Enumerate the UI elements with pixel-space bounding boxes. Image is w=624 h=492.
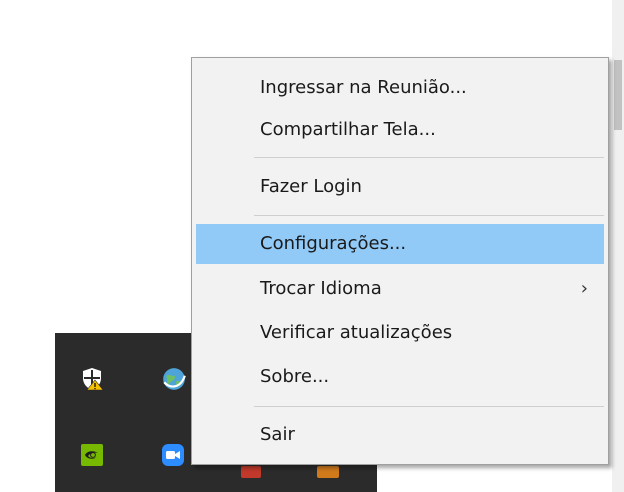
menu-item-label: Sobre... xyxy=(260,366,330,387)
menu-item-label: Fazer Login xyxy=(260,176,362,197)
menu-separator xyxy=(254,406,604,407)
menu-separator xyxy=(254,157,604,158)
menu-item-label: Sair xyxy=(260,424,295,445)
menu-item-label: Ingressar na Reunião... xyxy=(260,77,467,98)
menu-item-exit[interactable]: Sair xyxy=(196,415,604,455)
menu-item-join-meeting[interactable]: Ingressar na Reunião... xyxy=(196,68,604,108)
globe-network-icon[interactable] xyxy=(161,366,186,390)
menu-item-label: Configurações... xyxy=(260,233,407,254)
zoom-icon[interactable] xyxy=(162,444,186,468)
menu-item-about[interactable]: Sobre... xyxy=(196,357,604,397)
menu-item-label: Trocar Idioma xyxy=(260,278,382,299)
zoom-context-menu: Ingressar na Reunião... Compartilhar Tel… xyxy=(191,57,609,465)
menu-item-label: Compartilhar Tela... xyxy=(260,119,436,140)
menu-separator xyxy=(254,215,604,216)
chevron-right-icon: › xyxy=(580,278,588,299)
menu-item-sign-in[interactable]: Fazer Login xyxy=(196,167,604,207)
menu-item-label: Verificar atualizações xyxy=(260,322,453,343)
nvidia-icon[interactable] xyxy=(81,444,105,468)
menu-item-settings[interactable]: Configurações... xyxy=(196,224,604,264)
tray-app-orange-icon[interactable] xyxy=(317,463,341,487)
scrollbar-thumb[interactable] xyxy=(614,60,622,130)
windows-security-warning-icon[interactable] xyxy=(80,367,104,391)
menu-item-share-screen[interactable]: Compartilhar Tela... xyxy=(196,110,604,150)
tray-app-red-icon[interactable] xyxy=(241,463,265,487)
menu-item-check-updates[interactable]: Verificar atualizações xyxy=(196,313,604,353)
menu-item-change-language[interactable]: Trocar Idioma › xyxy=(196,269,604,309)
